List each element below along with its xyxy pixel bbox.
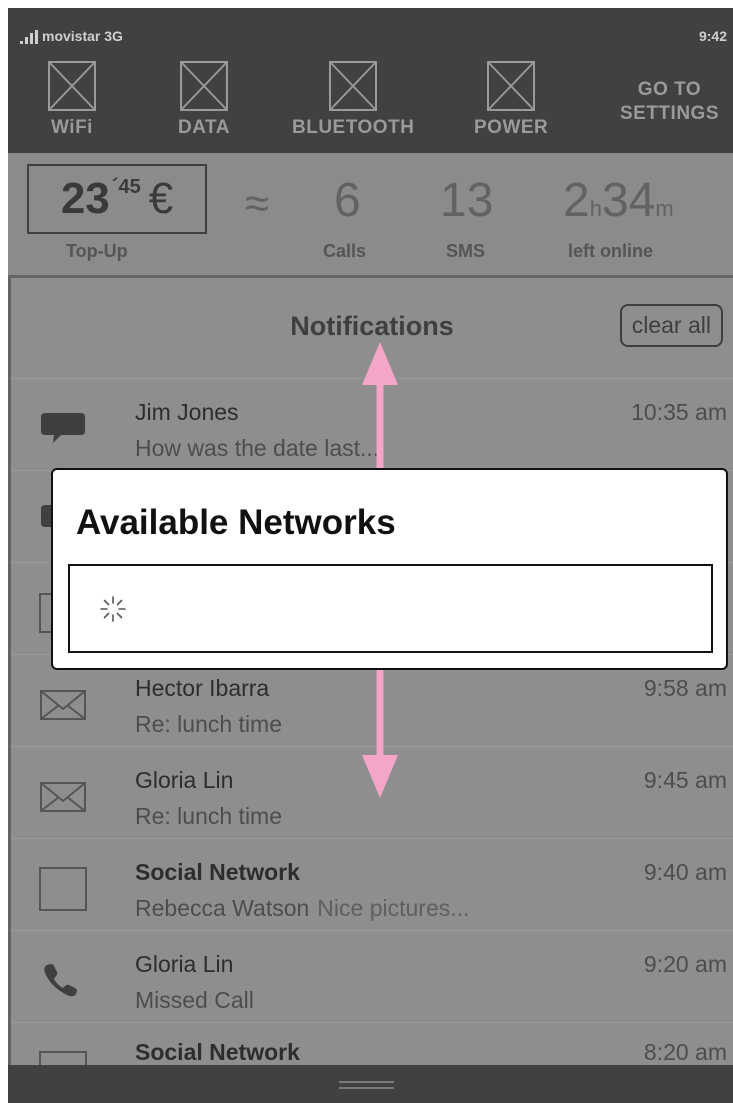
carrier-label: movistar 3G — [42, 28, 123, 44]
topup-button[interactable]: 23 ´45 € — [27, 164, 207, 234]
bluetooth-icon — [329, 61, 378, 111]
notification-row[interactable]: Social Network Rebecca Watson Nice pictur… — [11, 838, 733, 930]
bluetooth-toggle[interactable]: BLUETOOTH — [292, 61, 414, 139]
online-time-value: 2h34m — [563, 173, 674, 228]
notification-snippet: Nice pictures... — [317, 895, 470, 921]
calls-label: Calls — [323, 241, 367, 261]
topup-label: Top-Up — [66, 241, 128, 261]
quick-settings-bar: movistar 3G 9:42 WiFi DATA BLUETOOTH POW… — [8, 8, 733, 153]
network-list[interactable] — [68, 564, 713, 653]
sms-value: 13 — [440, 174, 494, 227]
handle-line — [339, 1087, 394, 1089]
signal-icon — [20, 30, 38, 44]
notification-time: 9:58 am — [643, 675, 727, 701]
power-toggle[interactable]: POWER — [474, 61, 548, 139]
notification-time: 9:45 am — [643, 767, 727, 793]
phone-screen: movistar 3G 9:42 WiFi DATA BLUETOOTH POW… — [8, 8, 733, 1103]
notification-preview: Missed Call — [135, 987, 254, 1013]
notification-sender: Jim Jones — [135, 399, 239, 425]
dialog-title: Available Networks — [76, 503, 396, 542]
wifi-label: WiFi — [51, 117, 93, 138]
notification-sender: Gloria Lin — [135, 767, 234, 793]
balance-cents: ´45 — [111, 175, 141, 198]
drag-handle[interactable] — [8, 1065, 733, 1103]
balance-strip: 23 ´45 € Top-Up ≈ 6 Calls 13 SMS 2h34m l… — [8, 153, 733, 275]
notification-row[interactable]: Gloria Lin Missed Call 9:20 am — [11, 930, 733, 1022]
notification-time: 8:20 am — [643, 1039, 727, 1065]
settings-label-line1: GO TO — [637, 79, 702, 100]
notification-sender: Gloria Lin — [135, 951, 234, 977]
notification-author: Rebecca Watson — [135, 895, 310, 921]
bluetooth-label: BLUETOOTH — [292, 117, 415, 138]
approx-symbol: ≈ — [245, 179, 270, 228]
status-time: 9:42 — [698, 28, 727, 44]
notification-preview: Re: lunch time — [135, 803, 283, 829]
power-icon — [487, 61, 536, 111]
available-networks-dialog[interactable]: Available Networks — [51, 468, 728, 670]
envelope-icon — [40, 690, 86, 720]
phone-icon — [44, 964, 77, 997]
data-toggle[interactable]: DATA — [178, 61, 230, 139]
wifi-toggle[interactable]: WiFi — [48, 61, 96, 139]
loading-spinner-icon — [100, 596, 126, 622]
envelope-icon — [40, 782, 86, 812]
clear-all-button[interactable]: clear all — [619, 304, 723, 347]
balance-amount: 23 — [60, 174, 110, 223]
notification-preview: How was the date last... — [135, 435, 380, 461]
data-label: DATA — [178, 117, 230, 138]
handle-line — [339, 1081, 394, 1083]
calls-value: 6 — [334, 174, 361, 227]
settings-label-line2: SETTINGS — [619, 103, 719, 124]
notification-sender: Hector Ibarra — [135, 675, 270, 701]
currency-symbol: € — [148, 174, 174, 223]
notification-time: 10:35 am — [631, 399, 727, 425]
notification-sender: Social Network — [135, 859, 300, 885]
notification-preview: Rebecca Watson Nice pictures... — [135, 895, 469, 922]
square-icon — [39, 867, 87, 911]
online-hours: 2 — [563, 174, 590, 227]
data-icon — [179, 61, 228, 111]
power-label: POWER — [474, 117, 549, 138]
notification-time: 9:40 am — [643, 859, 727, 885]
wifi-icon — [48, 61, 96, 111]
notification-sender: Social Network — [135, 1039, 300, 1065]
online-minutes-unit: m — [655, 196, 674, 221]
notification-preview: Re: lunch time — [135, 711, 283, 737]
online-label: left online — [568, 241, 653, 261]
chat-bubble-icon — [41, 413, 85, 443]
sms-label: SMS — [446, 241, 486, 261]
go-to-settings-button[interactable]: GO TO SETTINGS — [620, 78, 719, 126]
online-minutes: 34 — [601, 174, 656, 227]
notification-time: 9:20 am — [643, 951, 727, 977]
online-hours-unit: h — [589, 196, 602, 221]
status-carrier: movistar 3G — [20, 28, 123, 44]
